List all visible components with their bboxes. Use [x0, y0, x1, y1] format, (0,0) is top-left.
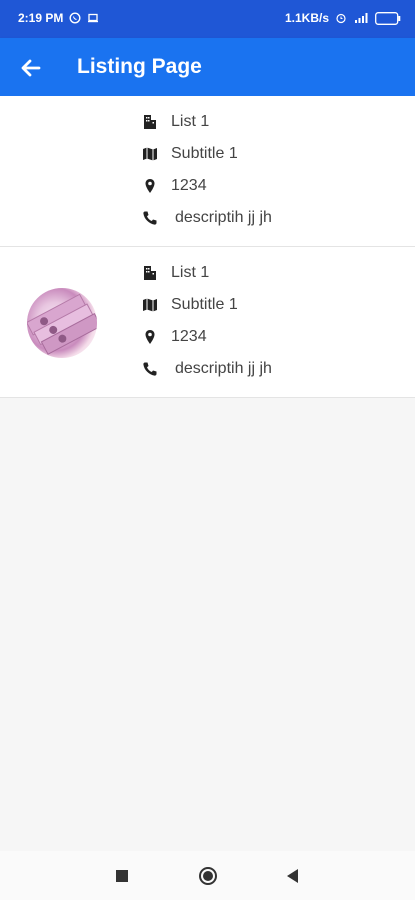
avatar — [27, 288, 97, 358]
home-circle-icon[interactable] — [198, 866, 218, 886]
item-description: descriptih jj jh — [175, 360, 272, 377]
whatsapp-icon — [69, 12, 81, 24]
item-number: 1234 — [171, 328, 207, 345]
map-icon — [143, 298, 157, 312]
location-pin-icon — [145, 330, 155, 344]
map-icon — [143, 147, 157, 161]
battery-icon — [375, 11, 401, 25]
page-title: Listing Page — [77, 55, 202, 78]
item-title-row: List 1 — [142, 113, 209, 131]
listing: List 1 Subtitle 1 1234 descriptih jj jh — [0, 96, 415, 398]
item-number-row: 1234 — [142, 177, 207, 195]
item-subtitle: Subtitle 1 — [171, 145, 238, 162]
back-triangle-icon[interactable] — [283, 866, 303, 886]
currency-notes-image — [27, 293, 97, 355]
status-time: 2:19 PM — [18, 11, 64, 25]
item-title: List 1 — [171, 264, 210, 281]
alarm-icon — [336, 13, 346, 24]
building-icon — [144, 115, 156, 129]
item-description-row: descriptih jj jh — [142, 209, 272, 227]
phone-icon — [143, 362, 157, 376]
back-arrow-icon[interactable] — [18, 55, 44, 81]
laptop-icon — [88, 13, 99, 23]
item-title-row: List 1 — [142, 264, 209, 282]
item-title: List 1 — [171, 113, 210, 130]
item-description: descriptih jj jh — [175, 209, 272, 226]
item-description-row: descriptih jj jh — [142, 360, 272, 378]
item-subtitle-row: Subtitle 1 — [142, 145, 238, 163]
building-icon — [144, 266, 156, 280]
network-speed: 1.1KB/s — [284, 11, 329, 25]
status-bar: 2:19 PM 1.1KB/s — [0, 0, 415, 38]
item-subtitle: Subtitle 1 — [171, 296, 238, 313]
signal-icon — [355, 13, 368, 23]
recents-square-icon[interactable] — [112, 866, 132, 886]
list-item[interactable]: List 1 Subtitle 1 1234 descriptih jj jh — [0, 96, 415, 247]
app-bar: Listing Page — [0, 38, 415, 96]
item-number-row: 1234 — [142, 328, 207, 346]
system-nav-bar — [0, 851, 415, 900]
item-number: 1234 — [171, 177, 207, 194]
phone-icon — [143, 211, 157, 225]
location-pin-icon — [145, 179, 155, 193]
list-item[interactable]: List 1 Subtitle 1 1234 descriptih jj jh — [0, 247, 415, 398]
item-subtitle-row: Subtitle 1 — [142, 296, 238, 314]
